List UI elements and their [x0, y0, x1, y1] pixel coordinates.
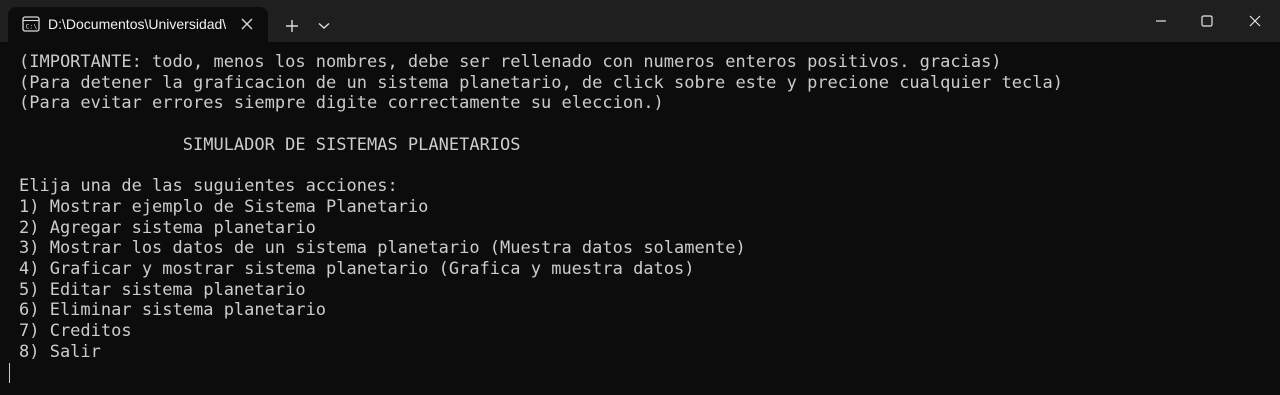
- menu-option-6: 6) Eliminar sistema planetario: [19, 300, 327, 321]
- title-bar: C:\ D:\Documentos\Universidad\U: [0, 0, 1280, 42]
- console-line: (IMPORTANTE: todo, menos los nombres, de…: [19, 52, 1002, 72]
- tab-close-icon[interactable]: [238, 15, 256, 33]
- plus-icon: [286, 20, 298, 32]
- tab-dropdown-button[interactable]: [312, 12, 336, 40]
- menu-option-4: 4) Graficar y mostrar sistema planetario…: [19, 258, 695, 279]
- menu-option-3: 3) Mostrar los datos de un sistema plane…: [19, 238, 746, 259]
- menu-option-1: 1) Mostrar ejemplo de Sistema Planetario: [19, 196, 429, 217]
- close-icon: [1249, 15, 1261, 27]
- console-line: (Para detener la graficacion de un siste…: [19, 72, 1063, 93]
- chevron-down-icon: [318, 22, 330, 29]
- terminal-icon: C:\: [22, 16, 40, 32]
- console-line: (Para evitar errores siempre digite corr…: [19, 93, 664, 114]
- console-line: SIMULADOR DE SISTEMAS PLANETARIOS: [19, 134, 521, 155]
- console-text: (IMPORTANTE: todo, menos los nombres, de…: [19, 52, 1063, 362]
- console-line: Elija una de las suguientes acciones:: [19, 176, 398, 197]
- new-tab-button[interactable]: [278, 12, 306, 40]
- tab-title: D:\Documentos\Universidad\U: [48, 16, 226, 32]
- text-cursor: [9, 363, 10, 383]
- menu-option-7: 7) Creditos: [19, 320, 132, 341]
- minimize-button[interactable]: [1138, 0, 1184, 42]
- svg-text:C:\: C:\: [26, 23, 38, 31]
- terminal-tab[interactable]: C:\ D:\Documentos\Universidad\U: [8, 7, 268, 42]
- minimize-icon: [1156, 20, 1166, 22]
- menu-option-2: 2) Agregar sistema planetario: [19, 217, 316, 238]
- console-output[interactable]: (IMPORTANTE: todo, menos los nombres, de…: [0, 42, 1280, 395]
- menu-option-8: 8) Salir: [19, 341, 101, 362]
- maximize-icon: [1201, 15, 1213, 27]
- close-window-button[interactable]: [1230, 0, 1280, 42]
- maximize-button[interactable]: [1184, 0, 1230, 42]
- menu-option-5: 5) Editar sistema planetario: [19, 279, 306, 300]
